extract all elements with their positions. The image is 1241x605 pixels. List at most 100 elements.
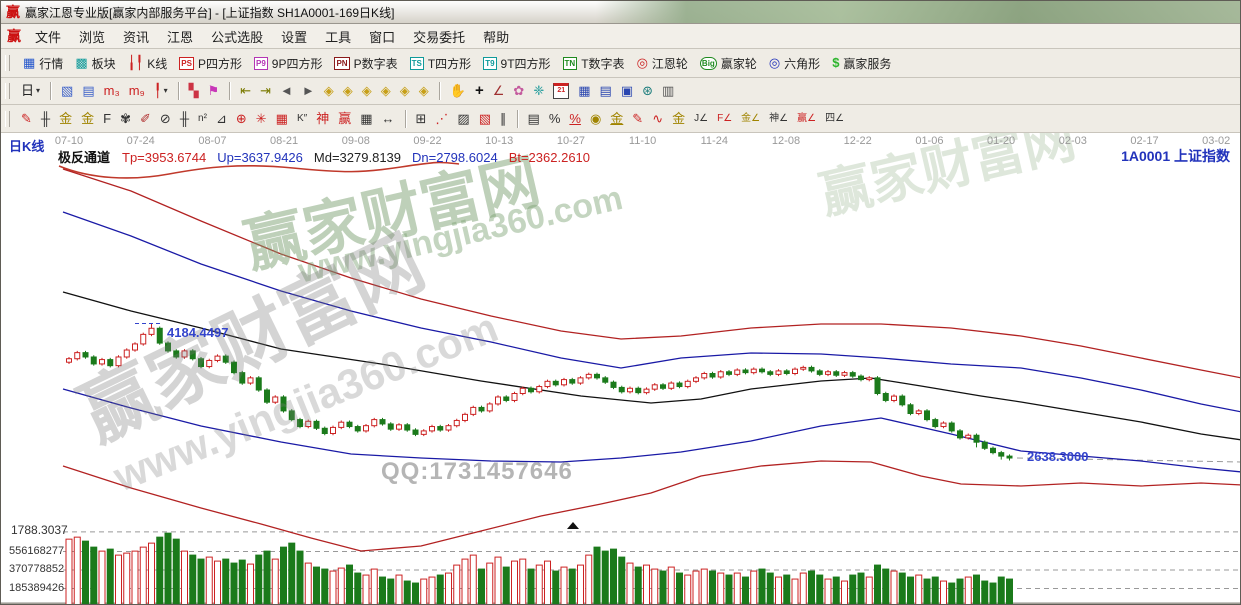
p-square-button[interactable]: PS P四方形 xyxy=(174,53,247,74)
golden-box-tool[interactable]: 金 xyxy=(77,110,98,128)
next-page-button-icon: ► xyxy=(301,83,315,98)
calendar-button-icon: 21 xyxy=(553,83,570,99)
zoom-diamond-3[interactable]: ◈ xyxy=(358,82,376,100)
n-square-tool[interactable]: n² xyxy=(194,110,211,128)
color-flag-button[interactable]: ⚑ xyxy=(204,82,224,100)
t9-square-button[interactable]: T9 9T四方形 xyxy=(478,53,555,74)
golden-angle-base-tool[interactable]: 金 xyxy=(668,110,689,128)
parallel-lines-tool[interactable]: ∥ xyxy=(496,110,511,128)
percent-line-tool[interactable]: % xyxy=(565,110,585,128)
brush-tool[interactable]: ✎ xyxy=(628,110,647,128)
f10-info-button[interactable]: ▤ xyxy=(78,82,98,100)
print-button[interactable]: ▥ xyxy=(658,82,678,100)
menu-item-8[interactable]: 窗口 xyxy=(360,25,404,48)
cycle-tool-button[interactable]: ❈ xyxy=(529,82,548,100)
f-angle-tool[interactable]: F∠ xyxy=(713,110,736,128)
p-number-button[interactable]: PN P数字表 xyxy=(329,53,402,74)
diag-box-tool[interactable]: ▨ xyxy=(453,110,473,128)
hexagon-button[interactable]: ◎ 六角形 xyxy=(764,53,825,74)
pattern-select-button[interactable]: ▚ xyxy=(185,82,203,100)
zoom-diamond-5[interactable]: ◈ xyxy=(396,82,414,100)
gann-wheel-button[interactable]: ◎ 江恩轮 xyxy=(632,53,693,74)
t-square-button[interactable]: TS T四方形 xyxy=(405,53,477,74)
menu-item-4[interactable]: 江恩 xyxy=(158,25,202,48)
chart-9-button[interactable]: m₉ xyxy=(125,82,149,100)
zoom-diamond-4[interactable]: ◈ xyxy=(377,82,395,100)
zoom-diamond-6[interactable]: ◈ xyxy=(415,82,433,100)
menu-item-1[interactable]: 文件 xyxy=(26,25,70,48)
price-box-tool[interactable]: ⊞ xyxy=(412,110,431,128)
span-measure-tool[interactable]: ↔ xyxy=(378,110,399,128)
percent-tool[interactable]: % xyxy=(545,110,565,128)
first-page-button[interactable]: ⇤ xyxy=(236,82,255,100)
spider-web-tool[interactable]: ✳ xyxy=(252,110,271,128)
price-grid-red-tool[interactable]: ▦ xyxy=(272,110,292,128)
menu-item-2[interactable]: 浏览 xyxy=(70,25,114,48)
menu-item-6[interactable]: 设置 xyxy=(272,25,316,48)
golden-circle-tool[interactable]: ◉ xyxy=(586,110,605,128)
calculator-button[interactable]: ▦ xyxy=(574,82,594,100)
candle-style-button[interactable]: ╿ ▾ xyxy=(150,82,172,100)
menu-item-10[interactable]: 帮助 xyxy=(474,25,518,48)
crosshair-button[interactable]: + xyxy=(471,82,488,100)
golden-grid-tool[interactable]: 金 xyxy=(55,110,76,128)
time-ruler-tool[interactable]: ╫ xyxy=(176,110,193,128)
chart-3-button[interactable]: m₃ xyxy=(100,82,124,100)
quote-button[interactable]: ▦ 行情 xyxy=(18,53,68,74)
time-ruler-tool-icon: ╫ xyxy=(179,110,190,126)
next-page-button[interactable]: ► xyxy=(298,82,319,100)
target-tool[interactable]: ⊕ xyxy=(232,110,251,128)
ray-fan-tool[interactable]: ⋰ xyxy=(431,110,452,128)
prev-page-button[interactable]: ◄ xyxy=(276,82,297,100)
gann-grid-tool[interactable]: ╫ xyxy=(37,110,54,128)
multi-window-button[interactable]: ▧ xyxy=(57,82,77,100)
ying-tool[interactable]: 赢 xyxy=(334,110,355,128)
shen-tool[interactable]: 神 xyxy=(312,110,333,128)
number-grid-tool[interactable]: ▦ xyxy=(356,110,376,128)
period-day-button[interactable]: 日 ▾ xyxy=(17,82,44,100)
angle-tool-button[interactable]: ∠ xyxy=(489,82,509,100)
menu-item-7[interactable]: 工具 xyxy=(316,25,360,48)
t-number-button[interactable]: TN T数字表 xyxy=(558,53,630,74)
calendar-button[interactable]: 21 xyxy=(549,82,573,100)
menu-item-5[interactable]: 公式选股 xyxy=(202,25,272,48)
shen-angle-tool[interactable]: 神∠ xyxy=(765,110,792,128)
chart-canvas[interactable] xyxy=(1,133,1240,604)
p9-square-button[interactable]: P9 9P四方形 xyxy=(249,53,327,74)
si-angle-tool[interactable]: 四∠ xyxy=(821,110,848,128)
menu-item-3[interactable]: 资讯 xyxy=(114,25,158,48)
dropdown-arrow-icon: ▾ xyxy=(163,86,168,95)
trend-pen-tool[interactable]: ✎ xyxy=(17,110,36,128)
zoom-diamond-2[interactable]: ◈ xyxy=(339,82,357,100)
notes-button[interactable]: ▤ xyxy=(596,82,616,100)
ratio-table-tool[interactable]: ▤ xyxy=(524,110,544,128)
chart-panel[interactable]: 赢家财富网 www.yingjia360.com 赢家财富网 赢家财富网 www… xyxy=(1,133,1240,604)
marker-pen-tool[interactable]: ✐ xyxy=(136,110,155,128)
export-button[interactable]: ⊛ xyxy=(638,82,657,100)
quote-button-icon: ▦ xyxy=(23,55,36,70)
spiral-tool[interactable]: ✾ xyxy=(116,110,135,128)
sector-button[interactable]: ▩ 板块 xyxy=(70,53,120,74)
winner-service-button[interactable]: $ 赢家服务 xyxy=(827,53,896,74)
diag-box-red-tool[interactable]: ▧ xyxy=(475,110,495,128)
save-button[interactable]: ▣ xyxy=(617,82,637,100)
kline-button[interactable]: ╽╿ K线 xyxy=(123,53,173,74)
ying-angle-tool[interactable]: 赢∠ xyxy=(793,110,820,128)
qq-watermark-label: QQ:1731457646 xyxy=(381,458,573,485)
gold-angle-tool[interactable]: 金∠ xyxy=(737,110,764,128)
j-angle-tool[interactable]: J∠ xyxy=(690,110,712,128)
toolbar-separator xyxy=(516,109,518,128)
circle-arc-tool[interactable]: ⊘ xyxy=(156,110,175,128)
hand-tool-button[interactable]: ✋ xyxy=(446,82,470,100)
multi-window-button-icon: ▧ xyxy=(61,83,74,98)
angle-wedge-tool[interactable]: ⊿ xyxy=(212,110,231,128)
zoom-diamond-1[interactable]: ◈ xyxy=(320,82,338,100)
last-page-button[interactable]: ⇥ xyxy=(256,82,275,100)
menu-item-9[interactable]: 交易委托 xyxy=(404,25,474,48)
wave-tool[interactable]: ∿ xyxy=(648,110,667,128)
gann-fan-button[interactable]: ✿ xyxy=(509,82,528,100)
winner-wheel-button[interactable]: Big 赢家轮 xyxy=(695,53,762,74)
k-count-tool[interactable]: K″ xyxy=(293,110,311,128)
golden-lines-tool[interactable]: 金 xyxy=(606,110,627,128)
fibonacci-ruler-tool[interactable]: F xyxy=(99,110,115,128)
